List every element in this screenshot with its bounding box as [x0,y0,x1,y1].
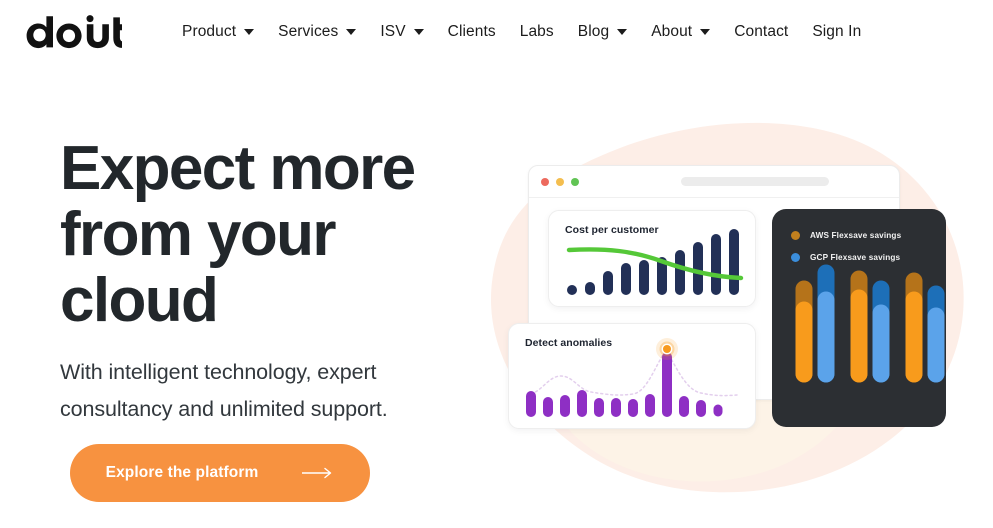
chevron-down-icon [346,29,357,35]
chevron-down-icon [244,29,255,35]
subtitle-line-2: consultancy and unlimited support. [60,397,388,421]
anomaly-bars [526,352,723,417]
nav-item-label: Clients [447,23,496,41]
savings-bar-group-1 [795,264,835,383]
headline-line-1: Expect more [60,134,416,203]
nav-item-label: Sign In [812,23,862,41]
nav-item-isv[interactable]: ISV [380,23,424,41]
nav-item-label: Services [278,23,339,41]
doit-wordmark-logo[interactable] [18,10,130,54]
nav-item-sign-in[interactable]: Sign In [812,24,861,40]
headline-line-3: cloud [60,266,219,335]
nav-item-label: Labs [519,23,554,41]
chevron-down-icon [617,29,628,35]
chevron-down-icon [413,29,424,35]
nav-item-labs[interactable]: Labs [520,24,554,40]
detect-anomalies-chart [526,338,738,417]
nav-item-product[interactable]: Product [182,23,255,41]
traffic-light-maximize-icon[interactable] [571,177,579,186]
flexsave-savings-chart [795,264,945,383]
expected-range-line [530,348,738,397]
hero-content: Expect more from your cloud With intelli… [60,136,490,502]
chevron-down-icon [700,29,711,35]
browser-url-bar[interactable] [681,177,829,186]
nav-item-label: ISV [380,23,406,41]
page-title: Expect more from your cloud [60,136,490,334]
detect-anomalies-card: Detect anomalies [508,323,756,429]
cost-bars [567,229,739,295]
explore-the-platform-button[interactable]: Explore the platform [70,444,370,502]
hero-subtitle: With intelligent technology, expert cons… [60,354,490,428]
browser-titlebar [529,166,899,198]
nav-item-label: Product [182,23,237,41]
nav-item-label: Contact [734,23,789,41]
flexsave-savings-panel: AWS Flexsave savings GCP Flexsave saving… [772,209,946,427]
savings-bar-group-3 [905,272,945,383]
traffic-light-close-icon[interactable] [541,177,549,186]
anomaly-marker-icon [656,338,678,360]
main-navigation: Product Services ISV Clients Labs Blog A… [0,0,993,64]
nav-item-contact[interactable]: Contact [734,24,788,40]
nav-item-label: Blog [577,23,610,41]
traffic-light-minimize-icon[interactable] [556,177,564,186]
arrow-right-icon [302,467,334,479]
cost-per-customer-chart [566,229,744,295]
hero-illustration: Cost per customer Detect anomalies AWS F… [470,110,993,528]
landing-page: Product Services ISV Clients Labs Blog A… [0,0,993,528]
savings-bar-group-2 [850,270,890,383]
nav-item-clients[interactable]: Clients [448,24,496,40]
cost-per-customer-card: Cost per customer [548,210,756,307]
nav-item-about[interactable]: About [651,23,711,41]
nav-item-services[interactable]: Services [278,23,357,41]
cta-label: Explore the platform [105,464,259,481]
nav-item-blog[interactable]: Blog [577,23,628,41]
headline-line-2: from your [60,200,337,269]
nav-links: Product Services ISV Clients Labs Blog A… [182,0,861,64]
subtitle-line-1: With intelligent technology, expert [60,360,377,384]
nav-item-label: About [651,23,693,41]
